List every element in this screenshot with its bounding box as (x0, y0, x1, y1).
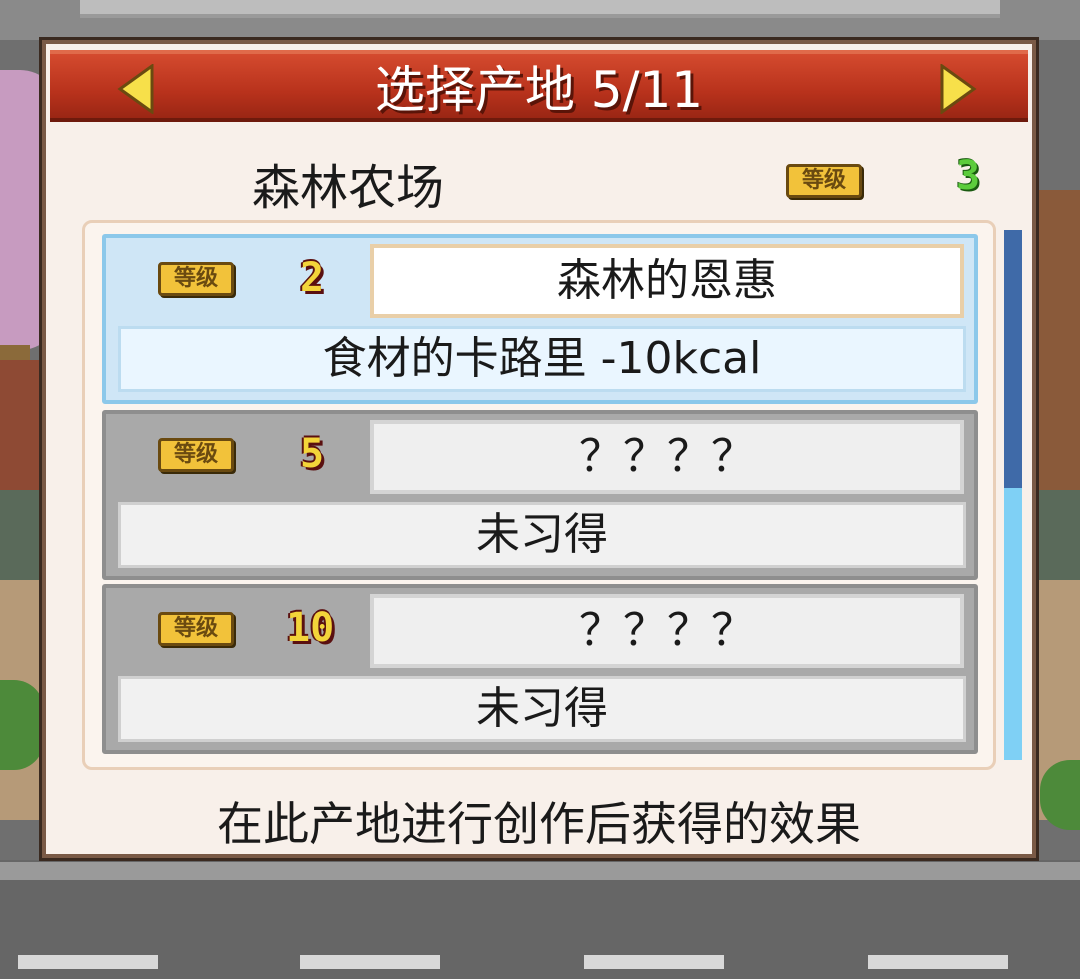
lane-marking (300, 955, 440, 969)
farm-level-value: 3 (956, 153, 981, 199)
select-origin-dialog: 选择产地 5/11 森林农场 等级 3 等级 2 森林的恩惠 食材的卡路里 -1… (42, 40, 1036, 858)
lane-marking (868, 955, 1008, 969)
scrollbar-thumb[interactable] (1004, 230, 1022, 488)
fence-left (0, 490, 46, 580)
background-rail (80, 0, 1000, 18)
perk-description: 未习得 (118, 676, 966, 742)
arrow-right-icon[interactable] (934, 63, 978, 115)
fence-right (1034, 490, 1080, 580)
level-badge: 等级 (158, 438, 234, 472)
page-title: 选择产地 5/11 (374, 61, 704, 119)
road-curb (0, 862, 1080, 880)
footer-note: 在此产地进行创作后获得的效果 (217, 797, 861, 851)
perk-description: 未习得 (118, 502, 966, 568)
perk-name: 森林的恩惠 (370, 244, 964, 318)
perk-level-value: 5 (300, 431, 325, 477)
level-badge: 等级 (158, 262, 234, 296)
perk-name: ？？？？ (370, 420, 964, 494)
brick-wall-right (1034, 190, 1080, 490)
level-badge: 等级 (158, 612, 234, 646)
perk-row-level-2[interactable]: 等级 2 森林的恩惠 食材的卡路里 -10kcal (102, 234, 978, 404)
perk-level-value: 10 (286, 605, 335, 651)
bush-left (0, 680, 44, 770)
perk-row-level-10[interactable]: 等级 10 ？？？？ 未习得 (102, 584, 978, 754)
perk-level-value: 2 (300, 255, 325, 301)
perk-name: ？？？？ (370, 594, 964, 668)
perk-row-level-5[interactable]: 等级 5 ？？？？ 未习得 (102, 410, 978, 580)
level-badge: 等级 (786, 164, 862, 198)
dialog-header: 选择产地 5/11 (50, 50, 1028, 122)
brick-wall-left (0, 360, 46, 490)
perk-description: 食材的卡路里 -10kcal (118, 326, 966, 392)
farm-name: 森林农场 (252, 160, 445, 216)
lane-marking (584, 955, 724, 969)
lane-marking (18, 955, 158, 969)
